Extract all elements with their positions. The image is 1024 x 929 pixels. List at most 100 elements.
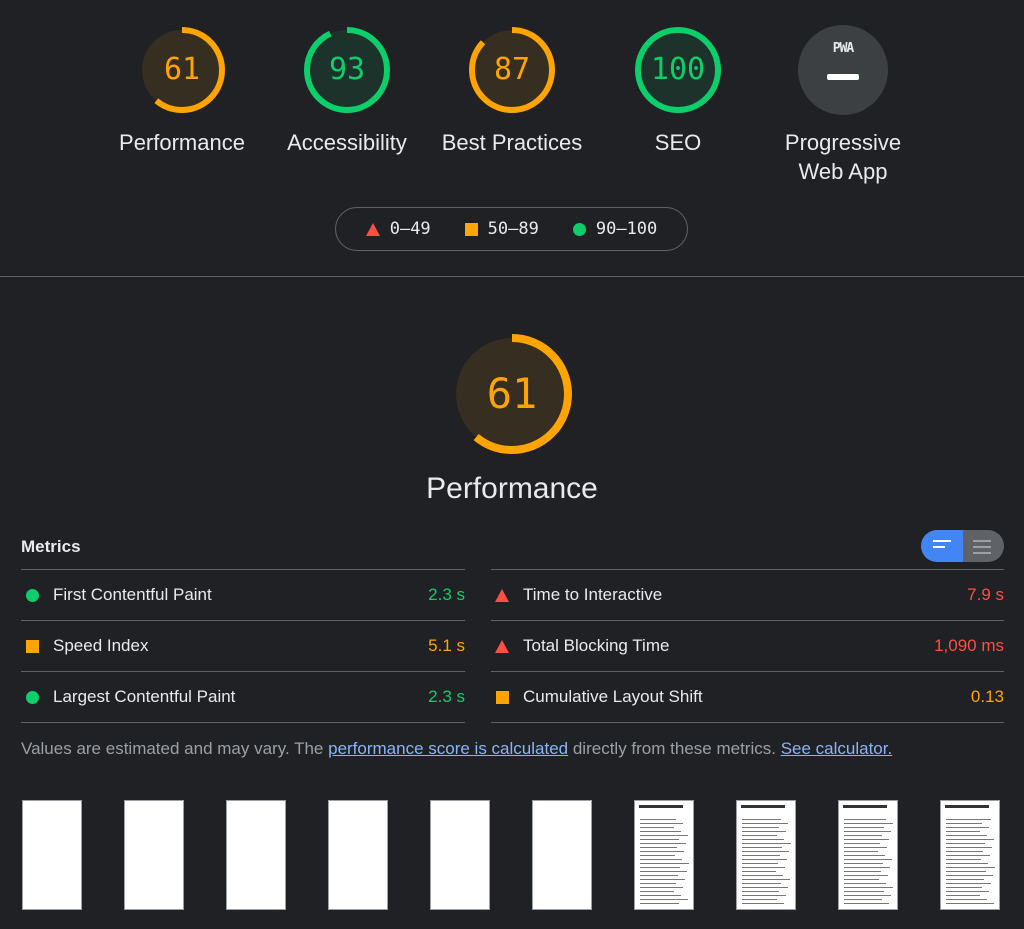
metric-value: 2.3 s xyxy=(428,585,465,604)
frame-text-line xyxy=(946,863,988,864)
frame-text-line xyxy=(742,831,786,832)
frame-text-line xyxy=(946,819,991,820)
gauge-accessibility[interactable]: 93 Accessibility xyxy=(257,24,437,157)
frame-text-line xyxy=(844,823,893,824)
frame-text-line xyxy=(640,895,681,896)
frame-text-line xyxy=(640,883,676,884)
frame-text-line xyxy=(946,831,980,832)
fail-triangle-icon xyxy=(365,222,380,236)
filmstrip-frame xyxy=(838,800,898,910)
frame-text-line xyxy=(640,843,686,844)
frame-text-line xyxy=(640,827,674,828)
average-square-icon xyxy=(464,222,478,236)
filmstrip-frame xyxy=(328,800,388,910)
frame-text-line xyxy=(640,851,684,852)
frame-header xyxy=(639,805,683,808)
frame-text-line xyxy=(742,819,781,820)
metric-row: Time to Interactive 7.9 s xyxy=(491,570,1004,621)
note-text-1: Values are estimated and may vary. The xyxy=(21,739,329,758)
metric-value: 1,090 ms xyxy=(934,636,1004,655)
frame-text-line xyxy=(844,871,881,872)
gauge-label: Progressive Web App xyxy=(784,130,902,184)
frame-text-line xyxy=(742,827,779,828)
frame-text-line xyxy=(742,823,788,824)
frame-text-line xyxy=(640,891,674,892)
frame-text-line xyxy=(844,867,890,868)
frame-text-line xyxy=(946,823,982,824)
frame-text-line xyxy=(844,899,882,900)
frame-text-line xyxy=(844,859,892,860)
frame-text-line xyxy=(946,887,982,888)
frame-text-line xyxy=(640,899,688,900)
pass-circle-icon xyxy=(25,588,39,602)
score-calculated-link[interactable]: performance score is calculated xyxy=(328,739,568,758)
metric-value: 0.13 xyxy=(970,687,1004,706)
metric-value: 2.3 s xyxy=(428,687,465,706)
frame-text-line xyxy=(640,859,682,860)
fail-triangle-icon xyxy=(495,588,509,602)
pass-circle-icon xyxy=(25,690,39,704)
frame-text-line xyxy=(946,875,993,876)
gauge-best-practices[interactable]: 87 Best Practices xyxy=(422,24,602,157)
gauge-performance[interactable]: 61 Performance xyxy=(92,24,272,157)
frame-text-line xyxy=(742,859,787,860)
performance-score: 61 xyxy=(486,369,538,418)
frame-text-line xyxy=(640,871,687,872)
metrics-view-toggle[interactable] xyxy=(921,530,1004,562)
gauge-label: Accessibility xyxy=(287,130,407,155)
metric-rating xyxy=(25,588,39,602)
metric-rating xyxy=(25,690,39,704)
frame-text-line xyxy=(640,903,679,904)
frame-text-line xyxy=(742,839,784,840)
frame-text-line xyxy=(844,839,889,840)
metric-row: Total Blocking Time 1,090 ms xyxy=(491,621,1004,672)
see-calculator-link[interactable]: See calculator. xyxy=(781,739,893,758)
gauge-pwa[interactable]: PWA Progressive Web App xyxy=(753,24,933,186)
frame-text-line xyxy=(742,855,780,856)
filmstrip-frame xyxy=(22,800,82,910)
frame-text-line xyxy=(946,879,984,880)
frame-text-line xyxy=(946,851,983,852)
fail-triangle-icon xyxy=(495,639,509,653)
frame-text-line xyxy=(844,903,889,904)
category-gauges: 61 Performance 93 Accessibility 87 Best Pract… xyxy=(0,0,1024,277)
frame-text-line xyxy=(742,835,777,836)
frame-text-line xyxy=(946,827,989,828)
compact-view-icon xyxy=(933,540,951,552)
frame-text-line xyxy=(640,823,683,824)
frame-text-line xyxy=(844,831,891,832)
filmstrip-frame xyxy=(532,800,592,910)
gauge-score: 87 xyxy=(493,52,531,87)
frame-text-line xyxy=(742,895,786,896)
metric-name: Time to Interactive xyxy=(523,585,663,604)
expanded-view-icon[interactable] xyxy=(973,540,991,558)
note-text-2: directly from these metrics. xyxy=(568,739,781,758)
metrics-disclaimer: Values are estimated and may vary. The p… xyxy=(21,739,892,759)
frame-text-line xyxy=(946,835,987,836)
frame-text-line xyxy=(640,839,679,840)
frame-text-line xyxy=(946,895,980,896)
metrics-left-column: First Contentful Paint 2.3 s Speed Index 5.… xyxy=(21,569,465,723)
performance-gauge: 61 Performance xyxy=(426,330,598,505)
frame-text-line xyxy=(844,847,887,848)
frame-text-line xyxy=(946,855,990,856)
frame-text-line xyxy=(640,887,683,888)
metric-name: Speed Index xyxy=(53,636,149,655)
filmstrip-frame xyxy=(226,800,286,910)
frame-text-line xyxy=(844,879,879,880)
average-square-icon xyxy=(25,639,39,653)
frame-text-line xyxy=(742,863,778,864)
pwa-badge-icon xyxy=(798,25,888,115)
frame-text-line xyxy=(640,835,688,836)
frame-text-line xyxy=(640,831,681,832)
frame-text-line xyxy=(844,835,882,836)
frame-text-line xyxy=(844,863,883,864)
frame-text-line xyxy=(742,903,784,904)
gauge-score: 61 xyxy=(163,52,201,87)
frame-text-line xyxy=(742,847,782,848)
gauge-seo[interactable]: 100 SEO xyxy=(588,24,768,157)
legend-fail-label: 0–49 xyxy=(389,219,431,239)
frame-text-line xyxy=(844,827,884,828)
toggle-compact-view[interactable] xyxy=(921,530,963,562)
frame-text-line xyxy=(742,883,781,884)
